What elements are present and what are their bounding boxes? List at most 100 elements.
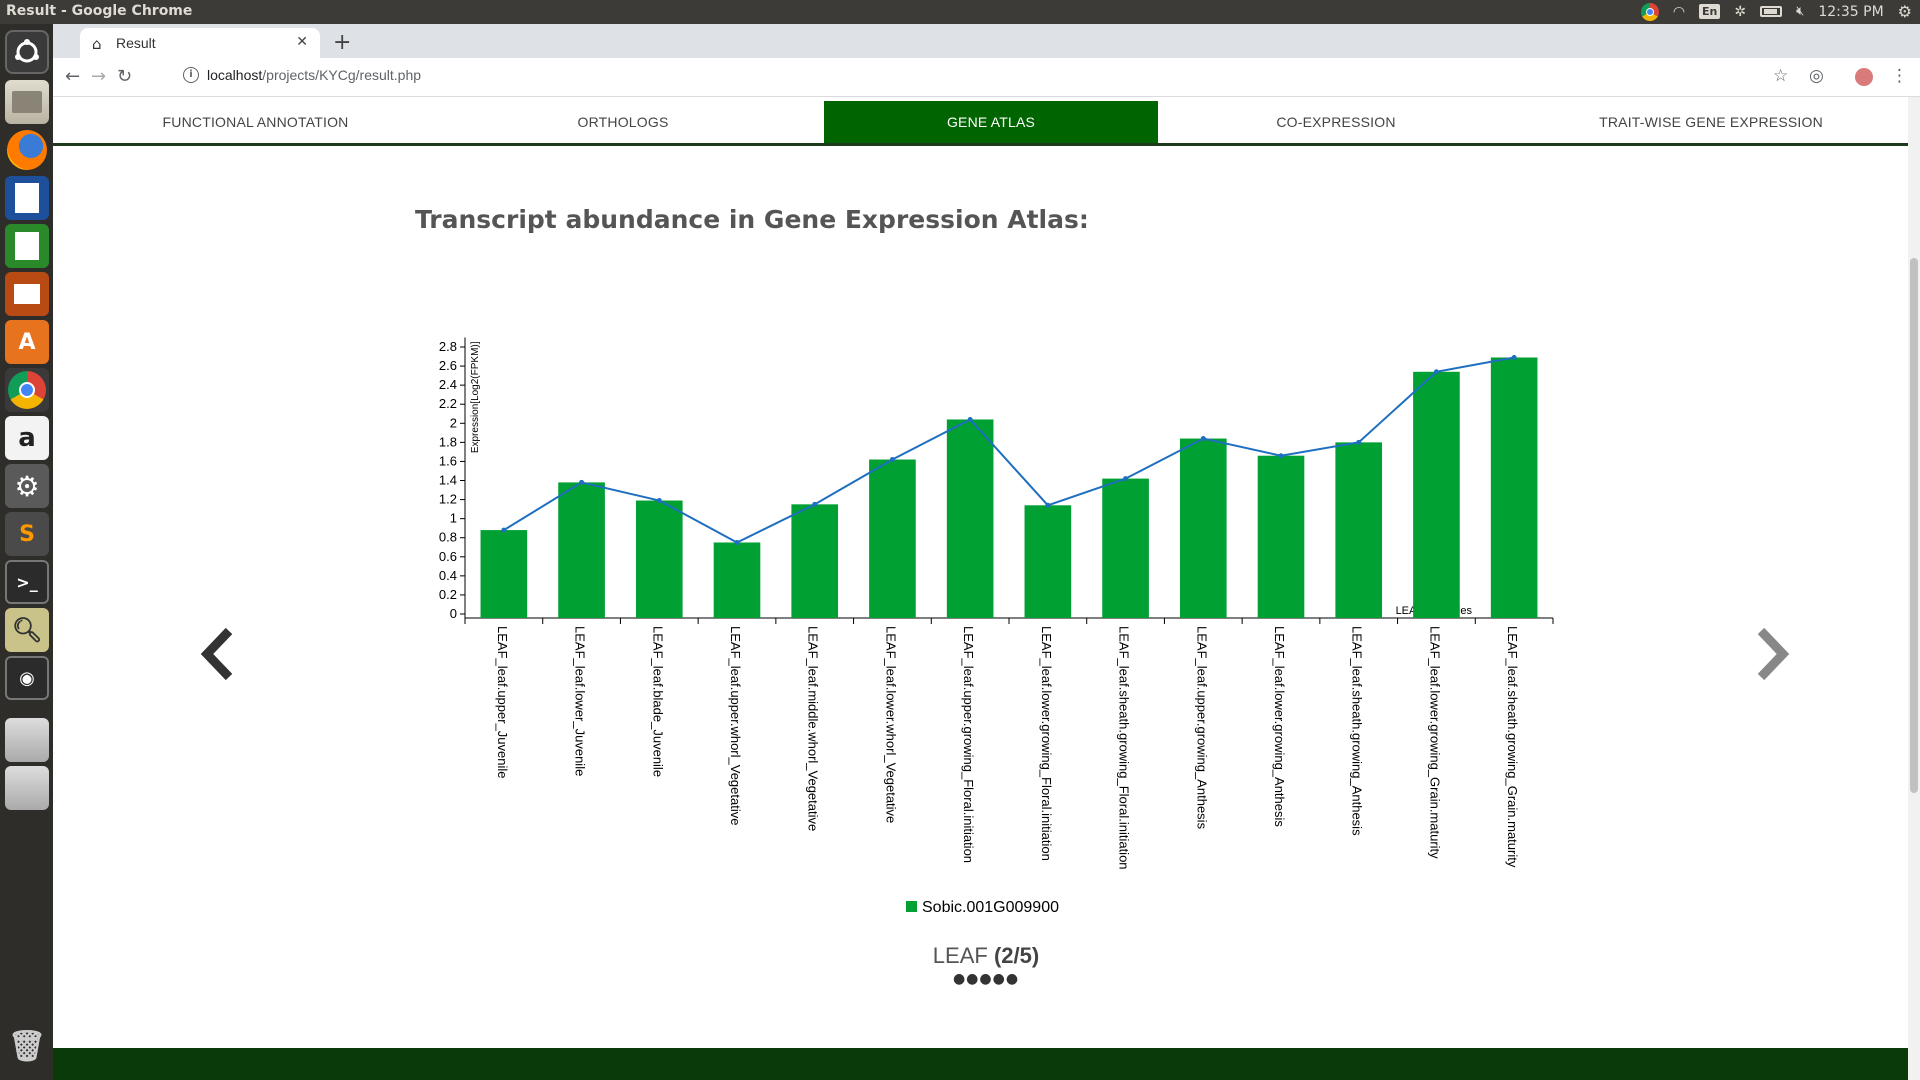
series-point	[1123, 476, 1129, 482]
series-point	[1045, 502, 1051, 508]
y-tick-label: 1.8	[439, 434, 457, 449]
page-scrollbar-thumb[interactable]	[1910, 258, 1918, 793]
bar	[1179, 438, 1227, 618]
keyboard-layout-indicator[interactable]: En	[1699, 4, 1721, 19]
x-tick-label: LEAF_leaf.upper.growing_Anthesis	[1194, 626, 1209, 830]
carousel-slide-label: LEAF (2/5)	[53, 943, 1908, 969]
bar	[1257, 455, 1305, 618]
bar	[713, 542, 761, 618]
calc-icon[interactable]	[5, 224, 49, 268]
clock[interactable]: 12:35 PM	[1818, 4, 1883, 20]
series-point	[579, 479, 585, 485]
x-tick-label: LEAF_leaf.lower.growing_Grain.maturity	[1427, 626, 1442, 859]
y-tick-label: 0.4	[439, 568, 457, 583]
y-tick-label: 2.4	[439, 377, 457, 392]
page-viewport: FUNCTIONAL ANNOTATION ORTHOLOGS GENE ATL…	[53, 97, 1908, 1080]
firefox-icon[interactable]	[5, 128, 49, 172]
x-tick-label: LEAF_leaf.lower.growing_Floral.initiatio…	[1039, 626, 1054, 861]
series-point	[812, 501, 818, 507]
screenshot-icon[interactable]: ◉	[5, 656, 49, 700]
back-arrow-icon[interactable]: ←	[65, 66, 80, 87]
ubuntu-launcher: A a ⚙ S >_ 🔍︎ ◉ 🗑︎	[0, 24, 53, 1080]
y-tick-label: 2.6	[439, 358, 457, 373]
series-point	[1278, 453, 1284, 459]
y-tick-label: 1.4	[439, 473, 457, 488]
new-tab-button[interactable]: +	[333, 30, 351, 55]
series-point	[1200, 436, 1206, 442]
system-settings-icon[interactable]: ⚙	[5, 464, 49, 508]
x-tick-label: LEAF_leaf.lower.whorl_Vegetative	[883, 626, 898, 823]
x-tick-label: LEAF_leaf.middle.whorl_Vegetative	[806, 626, 821, 831]
bar	[946, 419, 994, 618]
y-tick-label: 1	[450, 511, 457, 526]
slide-index: (2/5)	[993, 943, 1040, 968]
tab-title: Result	[116, 35, 156, 51]
legend-series-name: Sobic.001G009900	[922, 899, 1059, 916]
y-tick-label: 0.6	[439, 549, 457, 564]
translate-icon[interactable]: ◎	[1809, 66, 1824, 86]
drive-icon[interactable]	[5, 718, 49, 762]
x-tick-label: LEAF_leaf.sheath.growing_Floral.initiati…	[1117, 626, 1132, 870]
expression-bar-chart: 0 0.2 0.4 0.6 0.8 1 1.2 1.4 1.6 1.8 2 2.2 2.4 2.6 2.8 E…	[439, 337, 1554, 870]
settings-gear-icon[interactable]: ⚙	[1898, 2, 1912, 21]
series-point	[1356, 439, 1362, 445]
amazon-icon[interactable]: a	[5, 416, 49, 460]
x-tick-label: LEAF_leaf.sheath.growing_Anthesis	[1350, 626, 1365, 836]
volume-muted-icon[interactable]: 🔇︎	[1796, 4, 1804, 19]
series-point	[656, 498, 662, 504]
url-path: /projects/KYCg/result.php	[262, 67, 422, 83]
bluetooth-icon[interactable]: ✲	[1734, 4, 1746, 20]
software-center-icon[interactable]: A	[5, 320, 49, 364]
menu-kebab-icon[interactable]: ⋮	[1891, 66, 1908, 86]
y-tick-label: 0	[450, 606, 457, 621]
bar	[1024, 505, 1072, 618]
profile-avatar[interactable]	[1855, 68, 1873, 86]
carousel-prev-button[interactable]	[199, 627, 235, 685]
reload-icon[interactable]: ↻	[117, 66, 132, 87]
x-tick-label: LEAF_leaf.sheath.growing_Grain.maturity	[1505, 626, 1520, 868]
window-title: Result - Google Chrome	[6, 3, 193, 19]
writer-icon[interactable]	[5, 176, 49, 220]
image-viewer-icon[interactable]: 🔍︎	[5, 608, 49, 652]
site-info-icon[interactable]: i	[183, 67, 199, 83]
chrome-icon[interactable]	[5, 368, 49, 412]
url-host: localhost	[207, 67, 263, 83]
legend-swatch	[906, 901, 917, 912]
chevron-left-icon	[200, 627, 233, 681]
impress-icon[interactable]	[5, 272, 49, 316]
series-point	[501, 527, 507, 533]
bar	[1413, 371, 1460, 618]
forward-arrow-icon[interactable]: →	[91, 66, 106, 87]
sublime-text-icon[interactable]: S	[5, 512, 49, 556]
chart-legend: Sobic.001G009900	[906, 899, 1059, 917]
series-point	[1511, 354, 1517, 360]
carousel-next-button[interactable]	[1755, 627, 1791, 685]
ubuntu-dash-icon[interactable]	[5, 30, 49, 74]
chrome-tray-icon[interactable]	[1640, 2, 1659, 21]
browser-tab[interactable]: ⌂ Result ✕	[80, 28, 320, 58]
trash-icon[interactable]: 🗑︎	[5, 1024, 49, 1068]
series-point	[734, 539, 740, 545]
browser-toolbar: ← → ↻ i localhost/projects/KYCg/result.p…	[53, 58, 1920, 97]
page-footer	[53, 1048, 1908, 1080]
y-tick-label: 2	[450, 415, 457, 430]
y-tick-label: 1.2	[439, 492, 457, 507]
x-tick-label: LEAF_leaf.upper.whorl_Vegetative	[728, 626, 743, 825]
wifi-icon[interactable]: ◠	[1673, 4, 1685, 20]
home-icon: ⌂	[92, 35, 102, 53]
carousel-dots[interactable]: ●●●●●	[53, 971, 1908, 987]
terminal-icon[interactable]: >_	[5, 560, 49, 604]
x-tick-label: LEAF_leaf.upper.growing_Floral.initiatio…	[961, 626, 976, 863]
y-tick-label: 1.6	[439, 453, 457, 468]
drive-icon[interactable]	[5, 766, 49, 810]
bar	[480, 530, 528, 618]
y-tick-label: 0.2	[439, 587, 457, 602]
close-icon[interactable]: ✕	[296, 34, 308, 50]
files-icon[interactable]	[5, 80, 49, 124]
series-point	[967, 416, 973, 422]
y-tick-label: 2.2	[439, 396, 457, 411]
bookmark-star-icon[interactable]: ☆	[1773, 66, 1788, 86]
battery-icon[interactable]	[1760, 6, 1783, 17]
address-bar[interactable]: localhost/projects/KYCg/result.php	[207, 67, 421, 83]
bar	[791, 504, 839, 618]
